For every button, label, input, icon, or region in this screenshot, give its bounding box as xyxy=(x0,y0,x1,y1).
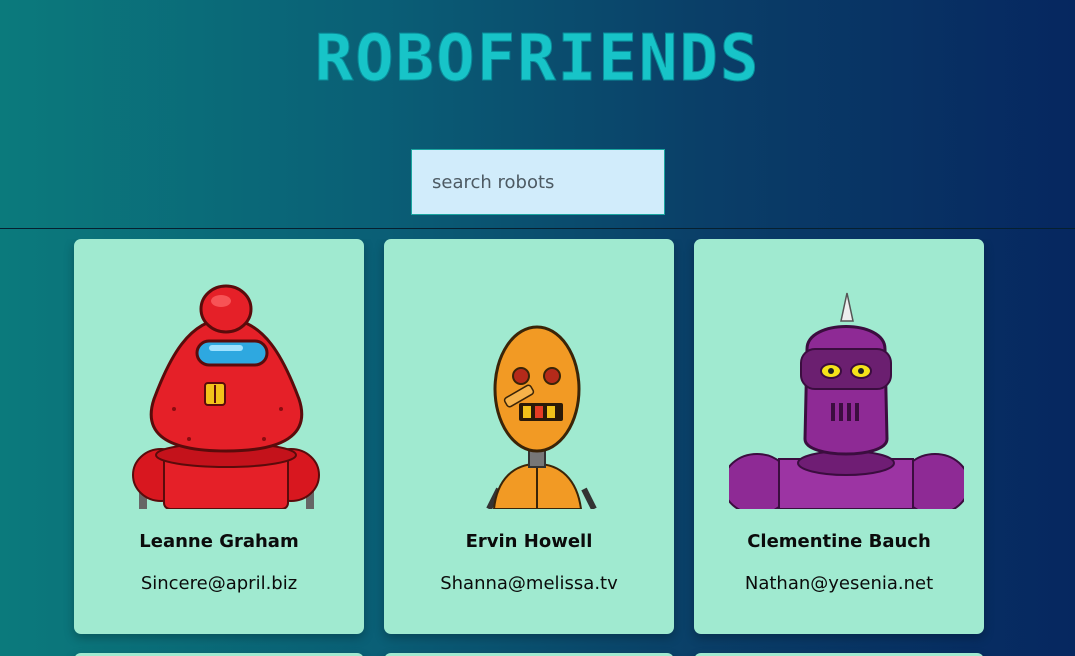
robot-name: Leanne Graham xyxy=(139,531,299,552)
robot-email: Sincere@april.biz xyxy=(140,573,298,594)
robot-avatar-red xyxy=(132,284,320,509)
app-title: ROBOFRIENDS xyxy=(314,22,761,97)
header: ROBOFRIENDS xyxy=(0,0,1075,229)
robot-name: Clementine Bauch xyxy=(747,531,931,552)
robot-email: Shanna@melissa.tv xyxy=(440,573,618,594)
robot-card[interactable]: Leanne Graham Sincere@april.biz xyxy=(74,239,364,634)
robot-email: Nathan@yesenia.net xyxy=(744,573,934,594)
robot-avatar-purple xyxy=(729,292,964,509)
robot-card[interactable]: Ervin Howell Shanna@melissa.tv xyxy=(384,239,674,634)
search-input[interactable] xyxy=(411,149,665,215)
robot-card[interactable]: Clementine Bauch Nathan@yesenia.net xyxy=(694,239,984,634)
robot-avatar-orange xyxy=(486,325,597,509)
card-list: Leanne Graham Sincere@april.biz Ervin Ho… xyxy=(0,239,1075,656)
robot-name: Ervin Howell xyxy=(465,531,593,552)
